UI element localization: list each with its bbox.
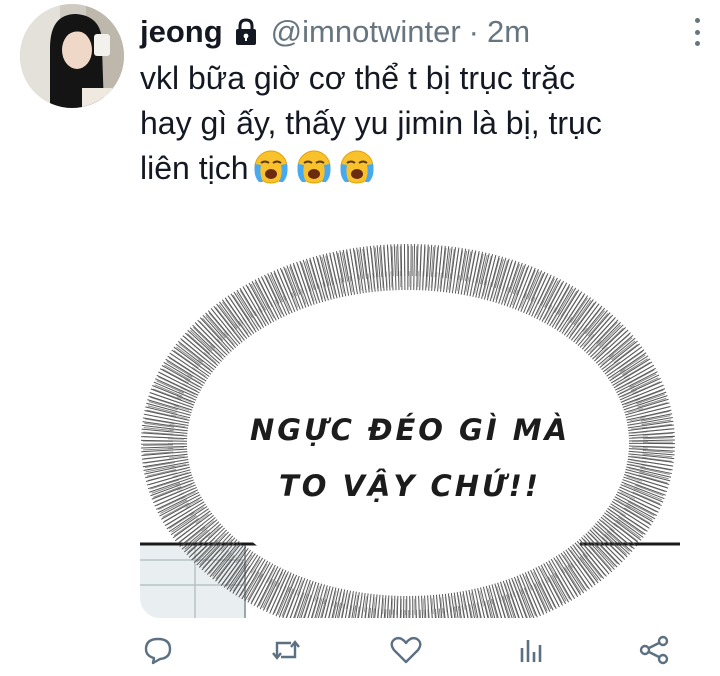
tweet-text-line: liên tịch	[140, 150, 249, 186]
tweet-actions	[138, 630, 678, 670]
tweet-media-image[interactable]: NGỰC ĐÉO GÌ MÀ TO VẬY CHỨ!!	[140, 225, 680, 618]
tweet-text-line-last: liên tịch 😭 😭	[140, 146, 700, 198]
more-vertical-icon[interactable]	[692, 18, 702, 46]
speech-bubble-line: TO VẬY CHỨ!!	[278, 469, 542, 503]
reply-icon[interactable]	[138, 630, 178, 670]
heart-icon[interactable]	[386, 630, 426, 670]
tweet-text-line: hay gì ấy, thấy yu jimin là bị, trục	[140, 105, 602, 141]
emoji-group: 😭 😭	[251, 150, 377, 198]
share-icon[interactable]	[634, 630, 674, 670]
tweet-text-line: vkl bữa giờ cơ thể t bị trục trặc	[140, 60, 576, 96]
crying-emoji-3: 😭	[337, 150, 377, 198]
speech-bubble-line: NGỰC ĐÉO GÌ MÀ	[249, 413, 571, 447]
timestamp[interactable]: 2m	[487, 14, 530, 50]
tweet-header: jeong @imnotwinter · 2m	[140, 12, 530, 52]
tweet-text: vkl bữa giờ cơ thể t bị trục trặc hay gì…	[140, 56, 700, 198]
lock-icon	[231, 17, 261, 47]
crying-emoji-2: 😭	[294, 150, 334, 198]
display-name[interactable]: jeong	[140, 14, 223, 50]
header-separator: ·	[468, 14, 479, 49]
user-handle[interactable]: @imnotwinter	[271, 14, 461, 50]
crying-emoji-1: 😭	[251, 150, 291, 198]
avatar[interactable]	[20, 4, 124, 108]
avatar-photo	[20, 4, 124, 108]
analytics-icon[interactable]	[510, 630, 550, 670]
retweet-icon[interactable]	[266, 630, 306, 670]
